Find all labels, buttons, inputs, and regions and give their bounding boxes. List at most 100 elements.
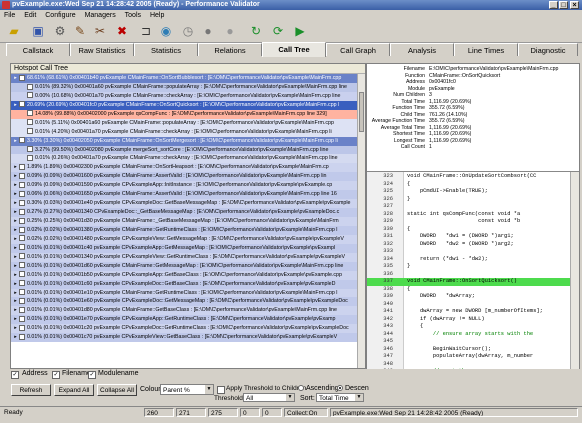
- apply-threshold-checkbox[interactable]: [217, 386, 225, 394]
- tree-row[interactable]: ▸ 1.89% (1.89%) 0x00402300 pvExample CMai…: [11, 163, 357, 173]
- tree-row[interactable]: 3.27% (99.50%) 0x00402080 pvExample merg…: [11, 145, 357, 155]
- tab-raw-statistics[interactable]: Raw Statistics: [70, 43, 134, 56]
- tab-analysis[interactable]: Analysis: [390, 43, 454, 56]
- row-checkbox-icon[interactable]: [27, 83, 33, 90]
- row-checkbox-icon[interactable]: [19, 181, 25, 188]
- row-checkbox-icon[interactable]: [19, 306, 25, 313]
- row-checkbox-icon[interactable]: [19, 315, 25, 322]
- source-scrollbar[interactable]: [570, 172, 579, 369]
- row-checkbox-icon[interactable]: [27, 146, 33, 153]
- collapse-all-button[interactable]: Collapse All: [97, 384, 137, 396]
- tree-row[interactable]: ▸ 0.30% (0.03%) 0x00401e40 pvExample CPvE…: [11, 199, 357, 209]
- minimize-icon[interactable]: _: [549, 1, 558, 9]
- row-checkbox-icon[interactable]: [27, 128, 33, 135]
- tab-call-tree[interactable]: Call Tree: [262, 42, 326, 57]
- tree-row[interactable]: ▸ 0.01% (0.01%) 0x00401e10 pvExample CMai…: [11, 288, 357, 298]
- expand-icon[interactable]: ▸: [13, 74, 18, 83]
- settings-icon[interactable]: ⚙: [52, 23, 68, 39]
- tree-row[interactable]: ▸ 0.01% (0.01%) 0x00401c20 pvExample CPvE…: [11, 324, 357, 334]
- bracket-icon[interactable]: ⊐: [138, 23, 154, 39]
- modulename-checkbox[interactable]: ✓: [88, 371, 96, 379]
- refresh-icon[interactable]: ↻: [248, 23, 264, 39]
- menu-configure[interactable]: Configure: [45, 12, 75, 19]
- tab-relations[interactable]: Relations: [198, 43, 262, 56]
- open-icon[interactable]: ▰: [6, 23, 22, 39]
- row-checkbox-icon[interactable]: [19, 298, 25, 305]
- expand-icon[interactable]: ▸: [13, 253, 18, 262]
- cross-icon[interactable]: ✖: [114, 23, 130, 39]
- sort-select[interactable]: Total Time ▼: [316, 393, 364, 402]
- play-icon[interactable]: ▶: [292, 23, 308, 39]
- close-icon[interactable]: ×: [570, 1, 579, 9]
- expand-icon[interactable]: ▸: [13, 306, 18, 315]
- row-checkbox-icon[interactable]: [19, 208, 25, 215]
- tree-row[interactable]: ▸ 20.69% (20.69%) 0x00401fc0 pvExample CM…: [11, 100, 357, 110]
- stop-icon[interactable]: ●: [200, 23, 216, 39]
- row-checkbox-icon[interactable]: [19, 172, 25, 179]
- row-checkbox-icon[interactable]: [27, 92, 33, 99]
- expand-icon[interactable]: ▸: [13, 262, 18, 271]
- expand-icon[interactable]: ▸: [13, 226, 18, 235]
- tree-row[interactable]: ▸ 3.30% (3.30%) 0x00402050 pvExample CMai…: [11, 136, 357, 146]
- tools-icon[interactable]: ✂: [92, 23, 108, 39]
- menu-help[interactable]: Help: [150, 12, 164, 19]
- tree-row[interactable]: ▸ 0.02% (0.02%) 0x00401380 pvExample CMai…: [11, 225, 357, 235]
- colours-select[interactable]: Parent % ▼: [160, 384, 214, 395]
- globe-icon[interactable]: ◉: [158, 23, 174, 39]
- expand-icon[interactable]: ▸: [13, 297, 18, 306]
- expand-icon[interactable]: ▸: [13, 315, 18, 324]
- tree-row[interactable]: 0.00% (10.68%) 0x00401a70 pvExample CMai…: [11, 91, 357, 101]
- tree-row[interactable]: 0.01% (4.20%) 0x00401a70 pvExample CMain…: [11, 127, 357, 137]
- tree-row[interactable]: ▸ 0.01% (0.01%) 0x00401d80 pvExample CMai…: [11, 306, 357, 316]
- descending-radio[interactable]: [337, 385, 343, 391]
- tree-row[interactable]: ▸ 0.01% (0.01%) 0x00401340 pvExample CPvE…: [11, 252, 357, 262]
- wrench-icon[interactable]: ✎: [72, 23, 88, 39]
- row-checkbox-icon[interactable]: [19, 235, 25, 242]
- tree-scrollbar[interactable]: [357, 74, 365, 368]
- tree-row[interactable]: ▸ 0.02% (0.02%) 0x00401480 pvExample CPvE…: [11, 234, 357, 244]
- expand-icon[interactable]: ▸: [13, 217, 18, 226]
- row-checkbox-icon[interactable]: [19, 190, 25, 197]
- expand-icon[interactable]: ▸: [13, 235, 18, 244]
- row-checkbox-icon[interactable]: [19, 280, 25, 287]
- tree-row[interactable]: 14.08% (99.88%) 0x00402000 pvExample qsC…: [11, 109, 357, 119]
- tab-call-graph[interactable]: Call Graph: [326, 43, 390, 56]
- row-checkbox-icon[interactable]: [19, 226, 25, 233]
- tree-row[interactable]: ▸ 0.01% (0.01%) 0x00401e60 pvExample CPvE…: [11, 297, 357, 307]
- row-checkbox-icon[interactable]: [19, 244, 25, 251]
- menu-edit[interactable]: Edit: [24, 12, 36, 19]
- ascending-radio[interactable]: [298, 385, 304, 391]
- expand-icon[interactable]: ▸: [13, 163, 18, 172]
- tree-row[interactable]: ▸ 68.61% (68.61%) 0x00401b40 pvExample CM…: [11, 74, 357, 83]
- tree-row[interactable]: ▸ 0.09% (0.09%) 0x00401600 pvExample CMai…: [11, 172, 357, 182]
- row-checkbox-icon[interactable]: [27, 119, 33, 126]
- tree-row[interactable]: ▸ 0.01% (0.01%) 0x00401c70 pvExample CPvE…: [11, 333, 357, 343]
- tab-diagnostic[interactable]: Diagnostic: [518, 43, 578, 56]
- expand-icon[interactable]: ▸: [13, 289, 18, 298]
- scroll-thumb[interactable]: [359, 92, 364, 132]
- refresh-button[interactable]: Refresh: [11, 384, 51, 396]
- tree-row[interactable]: 0.01% (89.32%) 0x00401a60 pvExample CMai…: [11, 82, 357, 92]
- row-checkbox-icon[interactable]: [19, 253, 25, 260]
- menu-file[interactable]: File: [4, 12, 15, 19]
- tree-row[interactable]: ▸ 0.01% (0.01%) 0x00401c60 pvExample CPvE…: [11, 279, 357, 289]
- stopwatch-icon[interactable]: ◷: [180, 23, 196, 39]
- tab-callstack[interactable]: Callstack: [6, 43, 70, 56]
- expand-icon[interactable]: ▸: [13, 280, 18, 289]
- tree-row[interactable]: 0.01% (0.26%) 0x00401a70 pvExample CMain…: [11, 154, 357, 164]
- expand-icon[interactable]: ▸: [13, 181, 18, 190]
- expand-icon[interactable]: ▸: [13, 333, 18, 342]
- row-checkbox-icon[interactable]: [19, 101, 25, 108]
- tab-line-times[interactable]: Line Times: [454, 43, 518, 56]
- row-checkbox-icon[interactable]: [19, 199, 25, 206]
- row-checkbox-icon[interactable]: [19, 333, 25, 340]
- tab-statistics[interactable]: Statistics: [134, 43, 198, 56]
- tree-row[interactable]: ▸ 0.01% (0.01%) 0x00401b50 pvExample CPvE…: [11, 270, 357, 280]
- expand-icon[interactable]: ▸: [13, 172, 18, 181]
- menu-managers[interactable]: Managers: [85, 12, 116, 19]
- tree-row[interactable]: ▸ 0.27% (0.27%) 0x00401340 CPvExampleDoc:…: [11, 208, 357, 217]
- filename-checkbox[interactable]: ✓: [52, 371, 60, 379]
- row-checkbox-icon[interactable]: [19, 137, 25, 144]
- go-icon[interactable]: ⟳: [270, 23, 286, 39]
- expand-icon[interactable]: ▸: [13, 101, 18, 110]
